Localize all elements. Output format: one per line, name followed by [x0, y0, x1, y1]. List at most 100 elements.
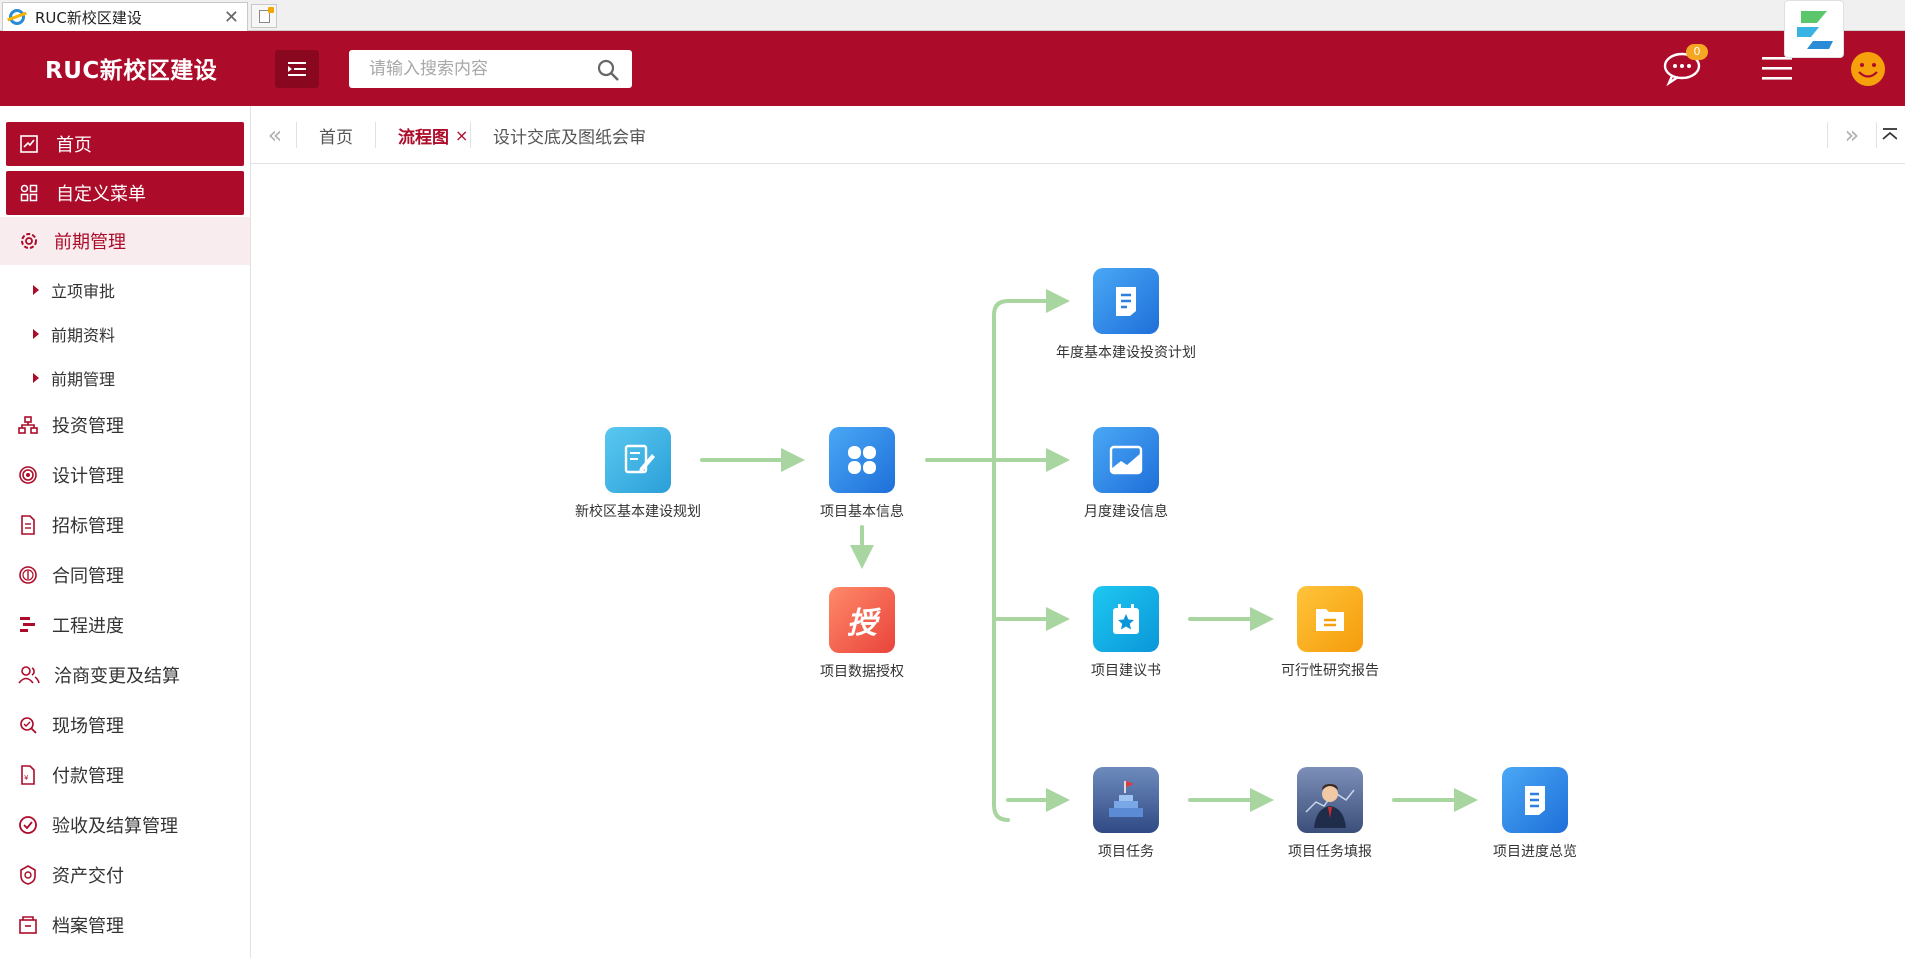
flow-node-auth[interactable]: 授 项目数据授权	[782, 587, 942, 681]
caret-right-icon	[33, 373, 39, 383]
scroll-tabs-left-button[interactable]: «	[257, 106, 293, 164]
pyramid-flag-icon	[1093, 767, 1159, 833]
user-avatar-icon[interactable]	[1850, 51, 1886, 87]
flow-node-feasibility[interactable]: 可行性研究报告	[1250, 586, 1410, 680]
sidebar-subitem-label: 立项审批	[51, 282, 116, 301]
flow-node-label: 项目基本信息	[820, 504, 904, 520]
search-icon[interactable]	[596, 58, 620, 82]
org-icon	[18, 415, 38, 435]
sidebar-item-site[interactable]: 现场管理	[0, 705, 250, 745]
flow-node-task-fill[interactable]: 项目任务填报	[1250, 767, 1410, 861]
sidebar-item-investment[interactable]: 投资管理	[0, 405, 250, 445]
sidebar-item-label: 洽商变更及结算	[54, 666, 180, 687]
sidebar-item-label: 档案管理	[52, 916, 124, 937]
sidebar-item-label: 合同管理	[52, 566, 124, 587]
content-tab-bar: « 首页 流程图 × 设计交底及图纸会审 »	[251, 106, 1905, 164]
sidebar-item-archive[interactable]: 档案管理	[0, 905, 250, 945]
archive-icon	[18, 915, 38, 935]
sidebar-item-label: 工程进度	[52, 616, 124, 637]
sidebar-toggle-button[interactable]	[275, 50, 319, 88]
flow-node-annual-plan[interactable]: 年度基本建设投资计划	[1046, 268, 1206, 362]
scroll-tabs-right-button[interactable]: »	[1834, 106, 1870, 164]
tab-divider	[296, 122, 297, 148]
app-logo[interactable]: RUC新校区建设	[45, 51, 217, 85]
indent-icon	[288, 62, 306, 76]
flow-node-progress-overview[interactable]: 项目进度总览	[1455, 767, 1615, 861]
app-header: RUC新校区建设 0	[0, 31, 1905, 106]
browser-tab[interactable]: RUC新校区建设 ✕	[2, 2, 248, 31]
flow-node-plan[interactable]: 新校区基本建设规划	[558, 427, 718, 521]
gantt-icon	[18, 615, 38, 635]
tab-divider	[470, 122, 471, 148]
caret-right-icon	[33, 285, 39, 295]
flow-node-label: 可行性研究报告	[1281, 663, 1379, 679]
tab-label: 流程图	[398, 127, 449, 148]
report-icon	[1502, 767, 1568, 833]
tab-options-button[interactable]	[1881, 106, 1905, 164]
sidebar-item-bidding[interactable]: 招标管理	[0, 505, 250, 545]
flow-node-label: 项目建议书	[1091, 663, 1161, 679]
edit-document-icon	[605, 427, 671, 493]
menu-icon[interactable]	[1762, 56, 1792, 80]
caret-right-icon	[33, 329, 39, 339]
flow-node-monthly-info[interactable]: 月度建设信息	[1046, 427, 1206, 521]
flow-node-task[interactable]: 项目任务	[1046, 767, 1206, 861]
flow-node-info[interactable]: 项目基本信息	[782, 427, 942, 521]
browser-tab-title: RUC新校区建设	[35, 8, 142, 27]
sidebar-item-label: 首页	[56, 135, 92, 156]
floating-app-logo[interactable]	[1784, 0, 1844, 58]
tab-design-review[interactable]: 设计交底及图纸会审	[493, 106, 646, 164]
sidebar-item-label: 付款管理	[52, 766, 124, 787]
new-tab-button[interactable]	[251, 4, 277, 28]
close-tab-icon[interactable]: ✕	[224, 7, 239, 28]
sidebar-item-payment[interactable]: ¥ 付款管理	[0, 755, 250, 795]
tab-home[interactable]: 首页	[319, 106, 353, 164]
collapse-up-icon	[1882, 128, 1897, 140]
authorize-glyph: 授	[847, 606, 877, 641]
document-icon	[18, 515, 38, 535]
sidebar-item-label: 资产交付	[52, 866, 124, 887]
sidebar-subitem-documents[interactable]: 前期资料	[0, 316, 250, 352]
new-tab-icon	[258, 6, 274, 23]
trunk-line	[992, 299, 1010, 822]
sidebar-subitem-management[interactable]: 前期管理	[0, 360, 250, 396]
sidebar-item-design[interactable]: 设计管理	[0, 455, 250, 495]
sidebar-item-home[interactable]: 首页	[6, 122, 244, 166]
clover-icon	[829, 427, 895, 493]
sidebar-item-asset-delivery[interactable]: 资产交付	[0, 855, 250, 895]
tab-divider	[1827, 122, 1828, 148]
sidebar-item-custom-menu[interactable]: 自定义菜单	[6, 171, 244, 215]
sidebar-item-acceptance[interactable]: 验收及结算管理	[0, 805, 250, 845]
document-icon	[1093, 268, 1159, 334]
flow-node-label: 项目进度总览	[1493, 844, 1577, 860]
tab-divider	[375, 122, 376, 148]
close-tab-icon[interactable]: ×	[455, 126, 468, 145]
flow-node-proposal[interactable]: 项目建议书	[1046, 586, 1206, 680]
folder-icon	[1297, 586, 1363, 652]
sidebar-item-label: 验收及结算管理	[52, 816, 178, 837]
sidebar-subitem-approval[interactable]: 立项审批	[0, 272, 250, 308]
search-input[interactable]	[349, 50, 569, 88]
message-count-badge: 0	[1686, 44, 1708, 60]
sidebar-item-label: 设计管理	[52, 466, 124, 487]
sidebar-item-change-settlement[interactable]: 洽商变更及结算	[0, 655, 250, 695]
flow-node-label: 项目任务填报	[1288, 844, 1372, 860]
check-circle-icon	[18, 815, 38, 835]
sidebar-item-progress[interactable]: 工程进度	[0, 605, 250, 645]
tab-label: 设计交底及图纸会审	[493, 127, 646, 148]
target-icon	[18, 465, 38, 485]
sidebar-subitem-label: 前期管理	[51, 370, 116, 389]
flowchart-canvas: 新校区基本建设规划 项目基本信息 授 项目数据授权 年度基本建设投资计划 月度建…	[252, 165, 1905, 958]
chart-line-icon	[20, 135, 38, 153]
sidebar-group-preliminary[interactable]: 前期管理	[0, 217, 250, 265]
businessman-icon	[1297, 767, 1363, 833]
inspect-icon	[18, 715, 38, 735]
sidebar-item-label: 招标管理	[52, 516, 124, 537]
svg-text:¥: ¥	[24, 774, 29, 782]
tab-flowchart[interactable]: 流程图 ×	[398, 106, 468, 164]
calendar-star-icon	[1093, 586, 1159, 652]
sidebar-group-label: 前期管理	[54, 232, 126, 253]
trend-chart-icon	[1093, 427, 1159, 493]
sidebar-item-contract[interactable]: 合同管理	[0, 555, 250, 595]
app-widget-icon	[1797, 11, 1833, 49]
